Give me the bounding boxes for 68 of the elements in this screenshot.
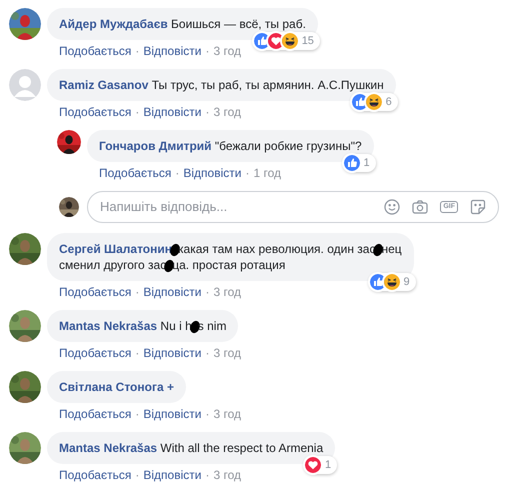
author-name[interactable]: Mantas Nekrašas xyxy=(59,441,158,455)
author-name[interactable]: Mantas Nekrašas xyxy=(59,319,158,333)
laughing-face-icon xyxy=(384,274,400,290)
separator-dot: · xyxy=(174,165,180,181)
like-link[interactable]: Подобається xyxy=(59,284,132,300)
laughing-face-icon xyxy=(366,94,382,110)
comment-text: "бежали робкие грузины"? xyxy=(214,139,362,153)
separator-dot: · xyxy=(204,345,210,361)
timestamp: 3 год xyxy=(213,104,241,120)
separator-dot: · xyxy=(134,43,140,59)
thumbs-up-icon xyxy=(254,32,270,49)
reply-link[interactable]: Відповісти xyxy=(143,43,202,59)
scribble-mark xyxy=(164,258,174,273)
default-avatar-icon xyxy=(9,69,41,101)
separator-dot: · xyxy=(134,284,140,300)
reaction-count: 6 xyxy=(386,94,392,110)
reaction-count: 1 xyxy=(364,156,370,170)
comment-text: Ты трус, ты раб, ты армянин. А.С.Пушкин xyxy=(150,78,384,92)
like-link[interactable]: Подобається xyxy=(59,467,132,483)
scribble-mark xyxy=(190,320,200,334)
laughing-face-icon xyxy=(282,32,298,49)
reaction-count: 1 xyxy=(325,458,332,472)
timestamp: 3 год xyxy=(213,406,241,422)
reply-link[interactable]: Відповісти xyxy=(143,284,202,300)
reaction-count: 9 xyxy=(404,274,410,290)
author-name[interactable]: Айдер Муждабаєв xyxy=(59,17,168,31)
thumbs-up-icon xyxy=(352,94,368,110)
heart-icon xyxy=(268,32,284,49)
separator-dot: · xyxy=(204,43,210,59)
separator-dot: · xyxy=(204,467,210,483)
scribble-mark xyxy=(170,242,180,257)
timestamp: 3 год xyxy=(213,284,241,300)
like-link[interactable]: Подобається xyxy=(59,345,132,361)
comment-text: Боишься — всё, ты раб. xyxy=(170,17,306,31)
comment-text: ца. простая ротация xyxy=(172,258,286,272)
timestamp: 3 год xyxy=(213,345,241,361)
sticker-icon[interactable] xyxy=(470,199,486,215)
timestamp: 1 год xyxy=(253,165,281,181)
thumbs-up-icon xyxy=(370,274,386,290)
timestamp: 3 год xyxy=(213,43,241,59)
separator-dot: · xyxy=(204,284,210,300)
author-name[interactable]: Ramiz Gasanov xyxy=(59,78,148,92)
reply-link[interactable]: Відповісти xyxy=(143,104,202,120)
comment-text: With all the respect to Armenia xyxy=(159,441,324,455)
smiley-icon[interactable] xyxy=(384,199,400,215)
thumbs-up-icon xyxy=(344,154,360,171)
reply-link[interactable]: Відповісти xyxy=(143,406,202,422)
camera-icon[interactable] xyxy=(412,199,428,215)
separator-dot: · xyxy=(134,104,140,120)
like-link[interactable]: Подобається xyxy=(59,104,132,120)
author-name[interactable]: Світлана Стонога + xyxy=(59,380,174,394)
heart-icon xyxy=(305,456,322,473)
separator-dot: · xyxy=(244,165,250,181)
reaction-count: 15 xyxy=(302,34,314,48)
author-name[interactable]: Гончаров Дмитрий xyxy=(99,139,212,153)
separator-dot: · xyxy=(204,104,210,120)
reply-link[interactable]: Відповісти xyxy=(183,165,242,181)
like-link[interactable]: Подобається xyxy=(59,406,132,422)
like-link[interactable]: Подобається xyxy=(59,43,132,59)
like-link[interactable]: Подобається xyxy=(99,165,172,181)
separator-dot: · xyxy=(134,467,140,483)
scribble-mark xyxy=(373,242,384,257)
reply-link[interactable]: Відповісти xyxy=(143,345,202,361)
separator-dot: · xyxy=(204,406,210,422)
separator-dot: · xyxy=(134,406,140,422)
separator-dot: · xyxy=(134,345,140,361)
timestamp: 3 год xyxy=(213,467,241,483)
reply-link[interactable]: Відповісти xyxy=(143,467,202,483)
